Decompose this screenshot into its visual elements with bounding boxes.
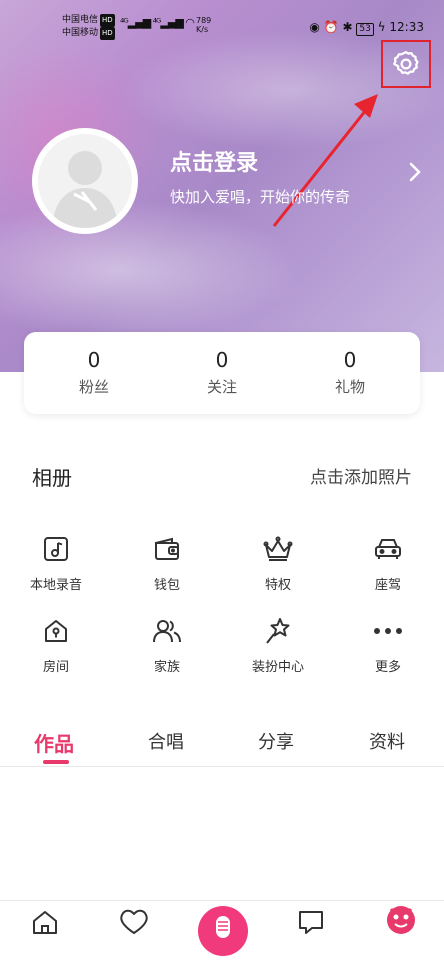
feature-more[interactable]: 更多 <box>338 616 438 675</box>
default-avatar-icon <box>38 134 132 228</box>
tab-works[interactable]: 作品 <box>34 728 74 757</box>
add-photo-link[interactable]: 点击添加照片 <box>310 463 412 488</box>
feature-privilege[interactable]: 特权 <box>228 534 328 593</box>
nav-me[interactable] <box>384 903 418 941</box>
family-icon <box>153 620 181 643</box>
stat-value: 0 <box>215 348 229 372</box>
feature-family[interactable]: 家族 <box>117 616 217 675</box>
car-icon <box>375 539 401 559</box>
album-title: 相册 <box>32 466 72 490</box>
feature-dress-up-center[interactable]: 装扮中心 <box>228 616 328 675</box>
stat-label: 礼物 <box>334 378 365 396</box>
nav-messages[interactable] <box>296 907 326 941</box>
microphone-icon <box>216 916 230 938</box>
chevron-right-icon[interactable] <box>408 160 422 184</box>
tab-profile-info[interactable]: 资料 <box>369 728 405 754</box>
stat-value: 0 <box>343 348 357 372</box>
feature-local-recording[interactable]: 本地录音 <box>6 534 106 593</box>
sing-button[interactable] <box>198 906 248 956</box>
stat-value: 0 <box>87 348 101 372</box>
wallet-icon <box>155 537 179 560</box>
nav-favorites[interactable] <box>118 907 150 941</box>
login-subtitle: 快加入爱唱，开始你的传奇 <box>170 188 351 206</box>
stat-fans[interactable]: 0 粉丝 <box>44 348 144 397</box>
feature-room[interactable]: 房间 <box>6 616 106 675</box>
home-icon <box>33 911 57 934</box>
feature-vehicle[interactable]: 座驾 <box>338 534 438 593</box>
more-dots-icon <box>374 628 402 634</box>
stat-label: 粉丝 <box>78 378 109 396</box>
avatar[interactable] <box>32 128 138 234</box>
login-title[interactable]: 点击登录 <box>170 145 258 177</box>
stat-label: 关注 <box>206 378 237 396</box>
music-note-icon <box>44 537 68 561</box>
tab-share[interactable]: 分享 <box>258 728 294 754</box>
stats-card: 0 粉丝 0 关注 0 礼物 <box>24 332 420 414</box>
nav-home[interactable] <box>30 907 60 941</box>
message-icon <box>299 911 323 934</box>
house-icon <box>45 620 67 642</box>
star-wand-icon <box>266 618 290 644</box>
heart-icon <box>120 909 148 934</box>
tab-divider <box>0 766 444 767</box>
active-tab-indicator <box>43 760 69 764</box>
profile-icon <box>387 906 415 934</box>
stat-gifts[interactable]: 0 礼物 <box>300 348 400 397</box>
crown-icon <box>263 536 293 561</box>
tab-chorus[interactable]: 合唱 <box>148 728 184 754</box>
stat-following[interactable]: 0 关注 <box>172 348 272 397</box>
feature-wallet[interactable]: 钱包 <box>117 534 217 593</box>
